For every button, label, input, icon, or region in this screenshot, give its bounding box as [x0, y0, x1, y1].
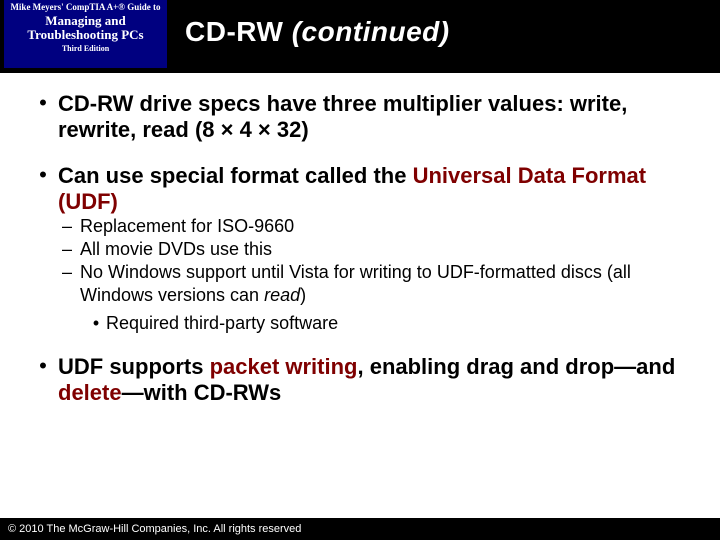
book-badge: Mike Meyers' CompTIA A+® Guide to Managi… [4, 0, 167, 68]
b3-pre: UDF supports [58, 354, 210, 379]
sub3-post: ) [300, 285, 306, 305]
bullet-icon: • [86, 313, 106, 334]
bullet-1: • CD-RW drive specs have three multiplie… [28, 91, 692, 143]
bullet-2-text: Can use special format called the Univer… [58, 163, 692, 215]
bullet-list: • CD-RW drive specs have three multiplie… [28, 91, 692, 406]
sub-item-1: – Replacement for ISO-9660 [58, 215, 692, 238]
sub-item-3: – No Windows support until Vista for wri… [58, 261, 692, 307]
badge-line-1: Mike Meyers' CompTIA A+® Guide to [6, 3, 165, 12]
badge-line-2: Managing and Troubleshooting PCs [6, 14, 165, 41]
slide: Mike Meyers' CompTIA A+® Guide to Managi… [0, 0, 720, 540]
bullet-2: • Can use special format called the Univ… [28, 163, 692, 334]
b3-post: —with CD-RWs [122, 380, 282, 405]
sub-sub-item: • Required third-party software [86, 313, 692, 334]
title-main: CD-RW [185, 16, 292, 47]
b3-mid: , enabling drag and drop—and [357, 354, 675, 379]
sub-item-3-text: No Windows support until Vista for writi… [80, 261, 692, 307]
badge-line-3: Third Edition [6, 45, 165, 53]
slide-title: CD-RW (continued) [167, 0, 720, 48]
bullet-1-text: CD-RW drive specs have three multiplier … [58, 91, 692, 143]
sub-list: – Replacement for ISO-9660 – All movie D… [58, 215, 692, 307]
copyright-text: © 2010 The McGraw-Hill Companies, Inc. A… [8, 523, 301, 535]
slide-body: • CD-RW drive specs have three multiplie… [0, 73, 720, 406]
bullet-icon: • [28, 91, 58, 143]
bullet-3-text: UDF supports packet writing, enabling dr… [58, 354, 692, 406]
title-paren: (continued) [292, 16, 450, 47]
dash-icon: – [58, 215, 80, 238]
dash-icon: – [58, 261, 80, 307]
b3-accent-2: delete [58, 380, 122, 405]
bullet-2-pre: Can use special format called the [58, 163, 413, 188]
bullet-3: • UDF supports packet writing, enabling … [28, 354, 692, 406]
slide-header: Mike Meyers' CompTIA A+® Guide to Managi… [0, 0, 720, 73]
sub-item-2-text: All movie DVDs use this [80, 238, 692, 261]
dash-icon: – [58, 238, 80, 261]
bullet-icon: • [28, 163, 58, 215]
sub-item-1-text: Replacement for ISO-9660 [80, 215, 692, 238]
sub-sub-list: • Required third-party software [86, 313, 692, 334]
sub3-pre: No Windows support until Vista for writi… [80, 262, 631, 305]
bullet-icon: • [28, 354, 58, 406]
sub-item-2: – All movie DVDs use this [58, 238, 692, 261]
sub3-ital: read [264, 285, 300, 305]
slide-footer: © 2010 The McGraw-Hill Companies, Inc. A… [0, 518, 720, 540]
sub-sub-text: Required third-party software [106, 313, 692, 334]
b3-accent-1: packet writing [210, 354, 358, 379]
